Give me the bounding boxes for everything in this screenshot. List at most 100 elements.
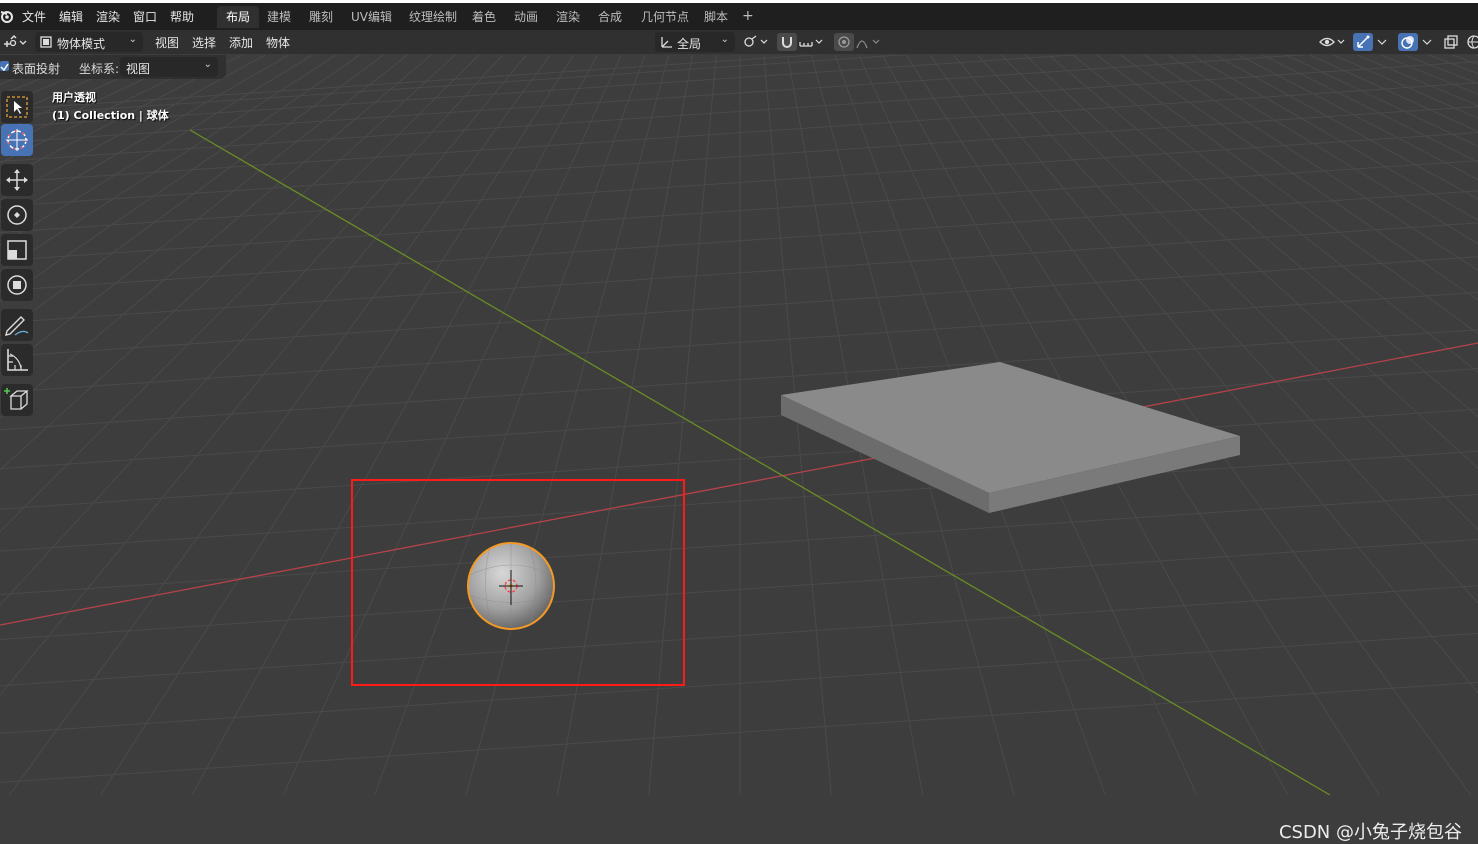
- pivot-point-icon: [744, 35, 768, 47]
- grid-line: [0, 256, 1478, 358]
- grid-line: [0, 408, 1478, 510]
- proportional-edit-icon: [838, 36, 850, 48]
- falloff-button[interactable]: [855, 33, 883, 51]
- viewport-header: 物体模式 ⌄ 视图 选择 添加 物体 全局 ⌄: [0, 30, 1478, 54]
- gizmo-toggle-button[interactable]: [1353, 33, 1373, 51]
- grid-line: [0, 190, 1478, 292]
- surface-project-label: 表面投射: [12, 62, 61, 76]
- chevron-down-icon: ⌄: [128, 34, 137, 45]
- rotate-icon: [7, 205, 27, 225]
- grid-line: [0, 681, 1478, 783]
- orientation-icon: [661, 37, 672, 48]
- tab-scripting[interactable]: 脚本: [695, 6, 737, 28]
- view-name-label: 用户透视: [52, 91, 96, 104]
- select-box-tool[interactable]: [1, 91, 33, 123]
- header-menu-select[interactable]: 选择: [192, 34, 216, 51]
- editor-type-icon: [4, 34, 27, 47]
- shading-wireframe-button[interactable]: [1466, 33, 1478, 51]
- eye-icon: [1319, 37, 1345, 47]
- snap-toggle-button[interactable]: [777, 33, 797, 51]
- magnet-icon: [782, 37, 792, 48]
- tab-sculpting[interactable]: 雕刻: [300, 6, 342, 28]
- scale-icon: [7, 240, 27, 260]
- grid-line: [0, 632, 1478, 734]
- measure-tool[interactable]: [1, 344, 33, 376]
- gizmo-dropdown[interactable]: [1375, 33, 1389, 51]
- blender-logo-icon[interactable]: [0, 8, 14, 24]
- menu-file[interactable]: 文件: [22, 8, 46, 25]
- transform-icon: [7, 275, 27, 295]
- menu-render[interactable]: 渲染: [96, 8, 120, 25]
- rotate-tool[interactable]: [1, 199, 33, 231]
- chevron-down-icon: ⌄: [720, 34, 729, 45]
- grid-line: [0, 368, 1478, 470]
- surface-project-checkbox[interactable]: [0, 61, 9, 72]
- orientation-label: 全局: [677, 37, 702, 51]
- watermark: CSDN @小兔子烧包谷: [1278, 822, 1462, 843]
- falloff-curve-icon: [856, 39, 880, 49]
- grid-line: [0, 494, 1478, 596]
- top-menu-bar: 文件 编辑 渲染 窗口 帮助 布局 建模 雕刻 UV编辑 纹理绘制 着色 动画 …: [0, 0, 1478, 30]
- object-mode-icon: [40, 36, 52, 48]
- scale-tool[interactable]: [1, 234, 33, 266]
- tab-compositing[interactable]: 合成: [589, 6, 631, 28]
- menu-help[interactable]: 帮助: [170, 8, 194, 25]
- editor-type-button[interactable]: [2, 33, 28, 51]
- tab-rendering[interactable]: 渲染: [547, 6, 589, 28]
- orientation-dropdown[interactable]: 全局 ⌄: [655, 32, 735, 52]
- 3d-viewport[interactable]: 用户透视 (1) Collection | 球体 CSDN @小兔子烧包谷: [0, 55, 1478, 843]
- menu-window[interactable]: 窗口: [133, 8, 157, 25]
- grid-line: [0, 160, 1478, 262]
- pencil-icon: [5, 316, 29, 336]
- chevron-down-icon: [1422, 39, 1432, 45]
- pivot-point-button[interactable]: [741, 33, 771, 51]
- add-workspace-button[interactable]: +: [733, 5, 763, 27]
- select-box-icon: [6, 96, 28, 118]
- x-axis-line: [0, 342, 1478, 626]
- cursor-icon: [6, 129, 28, 151]
- move-tool[interactable]: [1, 164, 33, 196]
- grid-line: [0, 538, 1478, 640]
- mode-dropdown[interactable]: 物体模式 ⌄: [35, 32, 143, 52]
- tab-animation[interactable]: 动画: [505, 6, 547, 28]
- coord-system-label: 坐标系:: [79, 62, 120, 76]
- chevron-down-icon: [1377, 39, 1387, 45]
- transform-tool[interactable]: [1, 269, 33, 301]
- overlay-icon: [1401, 36, 1414, 49]
- tab-geometry-nodes[interactable]: 几何节点: [632, 6, 698, 28]
- tab-shading[interactable]: 着色: [463, 6, 505, 28]
- ruler-icon: [7, 349, 28, 371]
- header-menu-object[interactable]: 物体: [266, 34, 290, 51]
- header-menu-add[interactable]: 添加: [229, 34, 253, 51]
- snap-increment-icon: [799, 39, 823, 47]
- snap-target-button[interactable]: [798, 33, 826, 51]
- tab-uv-editing[interactable]: UV编辑: [342, 6, 401, 28]
- coord-system-dropdown[interactable]: 视图 ⌄: [120, 57, 218, 77]
- floor-grid: [0, 55, 1478, 795]
- cursor-tool[interactable]: [1, 124, 33, 156]
- proportional-edit-button[interactable]: [834, 33, 854, 51]
- header-menu-view[interactable]: 视图: [155, 34, 179, 51]
- tab-layout[interactable]: 布局: [217, 6, 260, 28]
- xray-icon: [1444, 35, 1458, 49]
- grid-line: [0, 585, 1478, 687]
- viewport-scene: [0, 55, 1478, 795]
- overlay-toggle-button[interactable]: [1398, 33, 1418, 51]
- tab-texture-paint[interactable]: 纹理绘制: [400, 6, 466, 28]
- chevron-down-icon: ⌄: [203, 59, 212, 70]
- annotate-tool[interactable]: [1, 309, 33, 341]
- add-cube-tool[interactable]: [1, 384, 33, 416]
- overlay-dropdown[interactable]: [1420, 33, 1434, 51]
- move-arrows-icon: [6, 169, 28, 191]
- tab-modeling[interactable]: 建模: [258, 6, 300, 28]
- visibility-button[interactable]: [1318, 33, 1348, 51]
- menu-edit[interactable]: 编辑: [59, 8, 83, 25]
- add-cube-icon: [4, 388, 29, 410]
- gizmo-icon: [1357, 35, 1370, 48]
- highlight-box: [351, 479, 685, 686]
- coord-system-value: 视图: [126, 62, 151, 76]
- xray-toggle-button[interactable]: [1443, 33, 1459, 51]
- grid-line: [0, 131, 1478, 233]
- tool-settings-bar: 表面投射 坐标系: 视图 ⌄: [0, 55, 226, 79]
- grid-line: [0, 82, 1478, 184]
